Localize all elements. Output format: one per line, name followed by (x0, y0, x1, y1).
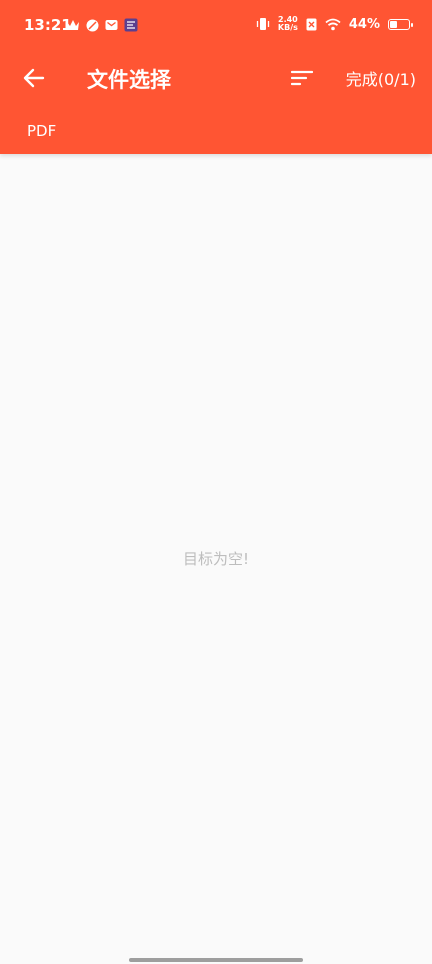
mail-icon (105, 20, 118, 30)
done-button[interactable]: 完成(0/1) (346, 66, 416, 90)
status-time: 13:21 (24, 16, 72, 34)
battery-percent: 44% (348, 16, 380, 32)
back-arrow-icon (23, 68, 45, 88)
app-header: 13:21 2.40 KB/s 44% 文件选择 完成(0/1) PDF (0, 0, 432, 154)
notification-icons (66, 18, 138, 32)
status-bar: 13:21 2.40 KB/s 44% (0, 0, 432, 52)
vibrate-icon (256, 18, 270, 30)
battery-icon (388, 18, 413, 30)
crown-icon (67, 20, 79, 30)
empty-state-message: 目标为空! (182, 550, 249, 568)
system-icons: 2.40 KB/s 44% (256, 16, 413, 32)
net-speed: 2.40 KB/s (278, 16, 298, 32)
no-sim-icon (306, 18, 317, 30)
rugby-ball-icon (86, 19, 99, 31)
app-icon (124, 18, 138, 32)
tab-pdf[interactable]: PDF (27, 122, 56, 140)
sort-button[interactable] (286, 62, 318, 94)
back-button[interactable] (18, 62, 50, 94)
home-indicator[interactable] (129, 958, 303, 962)
page-title: 文件选择 (87, 68, 171, 92)
wifi-icon (325, 18, 341, 30)
net-speed-unit: KB/s (277, 23, 298, 32)
battery-fill (390, 20, 397, 28)
sort-icon (291, 70, 313, 86)
